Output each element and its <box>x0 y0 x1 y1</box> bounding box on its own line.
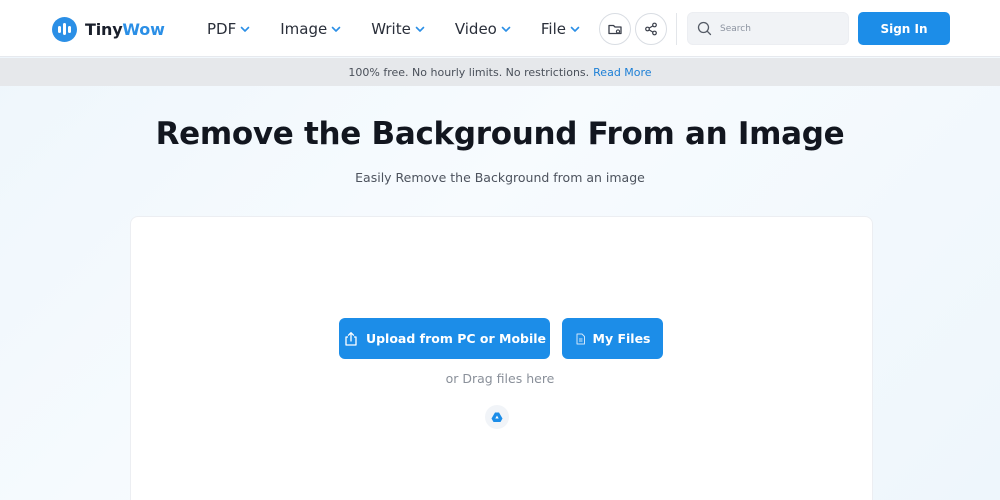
logo-text: TinyWow <box>85 20 165 39</box>
nav-item-file[interactable]: File <box>541 20 580 38</box>
drag-hint: or Drag files here <box>445 371 555 386</box>
upload-icon <box>343 331 359 347</box>
folder-icon <box>608 24 622 35</box>
banner-text: 100% free. No hourly limits. No restrict… <box>348 65 590 79</box>
search-input[interactable] <box>720 23 840 34</box>
nav-item-label: File <box>540 20 566 38</box>
google-drive-button[interactable] <box>485 405 509 429</box>
my-files-button-label: My Files <box>592 331 651 346</box>
chevron-down-icon <box>415 26 425 32</box>
nav-item-video[interactable]: Video <box>455 20 511 38</box>
page: TinyWow PDF Image Write Video File Searc… <box>0 0 1000 500</box>
page-title: Remove the Background From an Image <box>155 116 845 152</box>
logo[interactable]: TinyWow <box>52 16 165 42</box>
chevron-down-icon <box>240 26 250 32</box>
page-subtitle: Easily Remove the Background from an ima… <box>355 170 645 185</box>
logo-text-part2: Wow <box>122 19 165 39</box>
upload-button-label: Upload from PC or Mobile <box>365 331 547 346</box>
nav-item-label: Write <box>371 20 411 38</box>
nav-item-pdf[interactable]: PDF <box>207 20 250 38</box>
announcement-banner: 100% free. No hourly limits. No restrict… <box>0 58 1000 86</box>
tinywow-logo-icon <box>52 16 77 42</box>
nav-item-label: Video <box>454 20 497 38</box>
nav-item-label: PDF <box>207 20 237 38</box>
header: TinyWow PDF Image Write Video File Searc… <box>0 0 1000 57</box>
chevron-down-icon <box>501 26 511 32</box>
logo-text-part1: Tiny <box>85 19 123 39</box>
nav-item-image[interactable]: Image <box>280 20 341 38</box>
header-divider <box>676 13 677 45</box>
search-icon <box>697 21 712 36</box>
main-nav: PDF Image Write Video File <box>207 18 580 40</box>
chevron-down-icon <box>331 26 341 32</box>
read-more-link[interactable]: Read More <box>593 66 651 79</box>
file-icon <box>575 333 586 345</box>
search-box[interactable] <box>687 12 849 45</box>
share-icon <box>645 22 657 36</box>
nav-item-label: Image <box>280 20 328 38</box>
my-files-button[interactable]: My Files <box>562 318 663 359</box>
share-button[interactable] <box>635 13 667 45</box>
upload-button[interactable]: Upload from PC or Mobile <box>339 318 550 359</box>
sign-in-button[interactable]: Sign In <box>858 12 950 45</box>
google-drive-icon <box>491 412 503 422</box>
nav-item-write[interactable]: Write <box>371 20 425 38</box>
my-folder-button[interactable] <box>599 13 631 45</box>
chevron-down-icon <box>570 26 580 32</box>
